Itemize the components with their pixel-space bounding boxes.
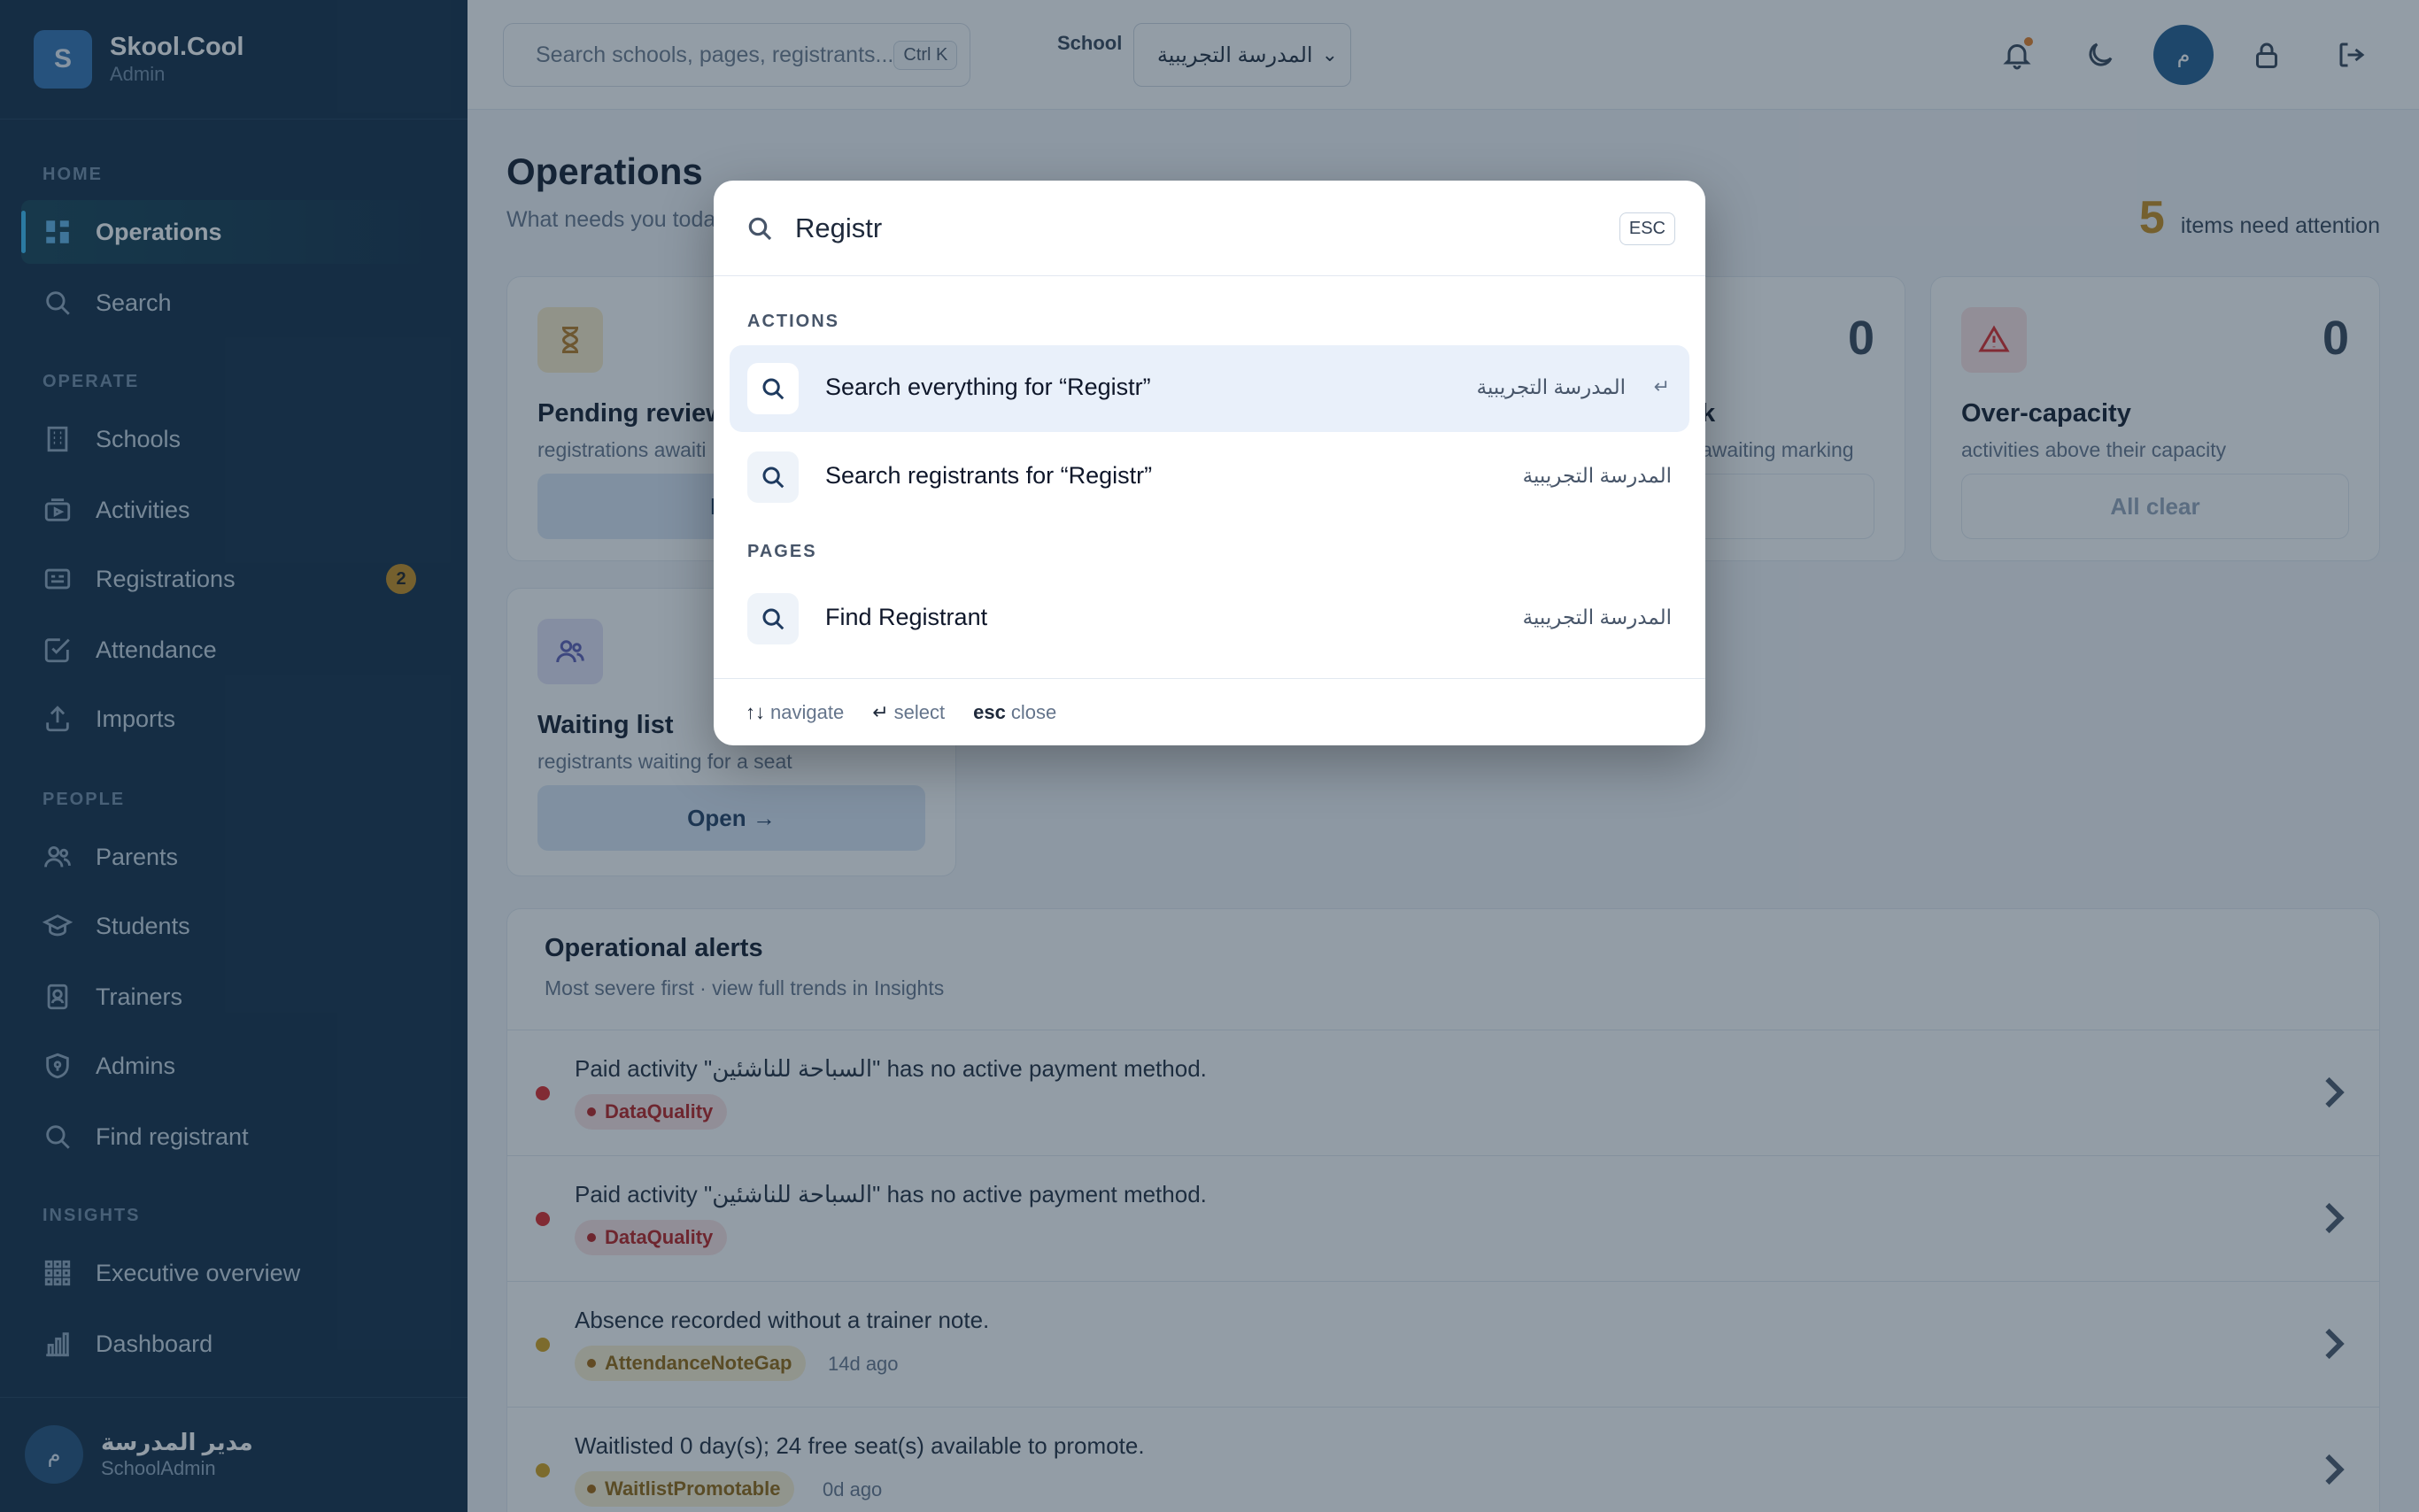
result-find-registrant[interactable]: Find Registrant المدرسة التجريبية: [730, 575, 1689, 662]
result-school: المدرسة التجريبية: [1522, 464, 1672, 487]
search-icon: [747, 451, 799, 503]
hint-select: ↵ select: [872, 700, 946, 723]
group-label-pages: PAGES: [747, 542, 817, 561]
esc-key-hint[interactable]: ESC: [1619, 212, 1675, 245]
search-icon: [747, 593, 799, 644]
command-search-bar: ESC: [714, 181, 1705, 276]
result-label: Search registrants for “Registr”: [825, 462, 1153, 489]
command-search-input[interactable]: [795, 207, 1503, 250]
hint-close: esc close: [973, 700, 1057, 723]
group-label-actions: ACTIONS: [747, 312, 839, 331]
result-search-registrants[interactable]: Search registrants for “Registr” المدرسة…: [730, 434, 1689, 521]
result-school: المدرسة التجريبية: [1522, 606, 1672, 629]
command-palette: ESC ACTIONS Search everything for “Regis…: [714, 181, 1705, 745]
result-label: Find Registrant: [825, 604, 988, 630]
result-search-everything[interactable]: Search everything for “Registr” المدرسة …: [730, 345, 1689, 432]
command-palette-footer: ↑↓ navigate ↵ select esc close: [714, 678, 1705, 745]
result-label: Search everything for “Registr”: [825, 374, 1151, 400]
enter-icon: ↵: [1653, 375, 1670, 397]
search-icon: [747, 363, 799, 414]
result-school: المدرسة التجريبية: [1476, 375, 1626, 398]
search-icon: [746, 214, 774, 243]
hint-navigate: ↑↓ navigate: [746, 700, 845, 723]
